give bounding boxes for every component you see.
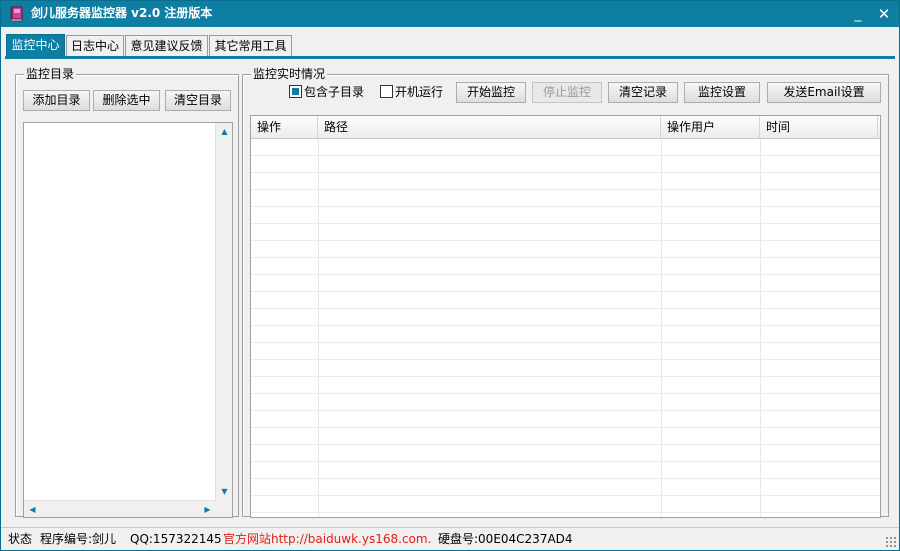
table-header: 操作 路径 操作用户 时间 xyxy=(251,116,880,139)
scroll-right-arrow-icon[interactable]: ▶ xyxy=(200,502,215,517)
monitor-records-table[interactable]: 操作 路径 操作用户 时间 xyxy=(250,115,881,518)
disk-id: 硬盘号:00E04C237AD4 xyxy=(438,532,573,546)
column-divider xyxy=(760,139,761,517)
app-window: 剑儿服务器监控器 v2.0 注册版本 _ ✕ 监控中心 日志中心 意见建议反馈 … xyxy=(0,0,900,551)
column-header-path[interactable]: 路径 xyxy=(318,116,661,139)
status-bar: 状态 程序编号:剑儿 QQ:157322145 官方网站http://baidu… xyxy=(1,527,899,550)
tab-log-center[interactable]: 日志中心 xyxy=(66,35,124,57)
column-header-time[interactable]: 时间 xyxy=(760,116,878,139)
scroll-left-arrow-icon[interactable]: ◀ xyxy=(25,502,40,517)
resize-grip-icon[interactable] xyxy=(885,536,897,548)
add-directory-button[interactable]: 添加目录 xyxy=(23,90,90,111)
directory-list-vertical-scrollbar[interactable]: ▲ ▼ xyxy=(215,123,232,500)
monitor-group: 监控实时情况 包含子目录 开机运行 开始监控 停止监控 清空记录 监控设置 发送… xyxy=(242,66,889,518)
tab-monitor-center[interactable]: 监控中心 xyxy=(6,34,65,58)
include-subdirs-label: 包含子目录 xyxy=(304,85,365,99)
autostart-label: 开机运行 xyxy=(395,85,444,99)
directory-group-title: 监控目录 xyxy=(24,66,77,82)
title-bar[interactable]: 剑儿服务器监控器 v2.0 注册版本 _ ✕ xyxy=(1,1,899,27)
email-settings-button[interactable]: 发送Email设置 xyxy=(767,82,881,103)
column-divider xyxy=(318,139,319,517)
tab-feedback[interactable]: 意见建议反馈 xyxy=(125,35,208,57)
website-link[interactable]: 官方网站http://baiduwk.ys168.com. xyxy=(223,531,431,548)
directory-list[interactable]: ▲ ▼ ◀ ▶ xyxy=(23,122,233,518)
include-subdirs-checkbox[interactable]: 包含子目录 xyxy=(289,83,364,101)
tab-strip: 监控中心 日志中心 意见建议反馈 其它常用工具 xyxy=(1,27,899,58)
qq-number: QQ:157322145 xyxy=(130,532,222,546)
table-body xyxy=(251,139,880,517)
monitor-settings-button[interactable]: 监控设置 xyxy=(684,82,760,103)
clear-directories-button[interactable]: 清空目录 xyxy=(165,90,231,111)
tab-other-tools[interactable]: 其它常用工具 xyxy=(209,35,292,57)
stop-monitoring-button[interactable]: 停止监控 xyxy=(532,82,602,103)
monitor-group-title: 监控实时情况 xyxy=(251,66,328,82)
window-title: 剑儿服务器监控器 v2.0 注册版本 xyxy=(31,6,213,20)
column-divider xyxy=(661,139,662,517)
status-label: 状态 xyxy=(8,532,33,546)
column-header-action[interactable]: 操作 xyxy=(251,116,318,139)
column-header-user[interactable]: 操作用户 xyxy=(661,116,760,139)
directory-group: 监控目录 添加目录 删除选中 清空目录 ▲ ▼ ◀ ▶ xyxy=(15,66,239,518)
close-button[interactable]: ✕ xyxy=(873,4,895,24)
minimize-button[interactable]: _ xyxy=(847,4,869,24)
autostart-check-box[interactable] xyxy=(380,85,393,98)
autostart-checkbox[interactable]: 开机运行 xyxy=(380,83,443,101)
delete-selected-button[interactable]: 删除选中 xyxy=(93,90,160,111)
app-book-icon xyxy=(10,6,23,22)
start-monitoring-button[interactable]: 开始监控 xyxy=(456,82,526,103)
program-id: 程序编号:剑儿 xyxy=(40,532,117,546)
scroll-corner xyxy=(215,500,232,517)
directory-list-horizontal-scrollbar[interactable]: ◀ ▶ xyxy=(24,500,216,517)
scroll-up-arrow-icon[interactable]: ▲ xyxy=(217,124,232,139)
tab-underline xyxy=(5,56,895,59)
include-subdirs-check-box[interactable] xyxy=(289,85,302,98)
clear-records-button[interactable]: 清空记录 xyxy=(608,82,678,103)
scroll-down-arrow-icon[interactable]: ▼ xyxy=(217,484,232,499)
